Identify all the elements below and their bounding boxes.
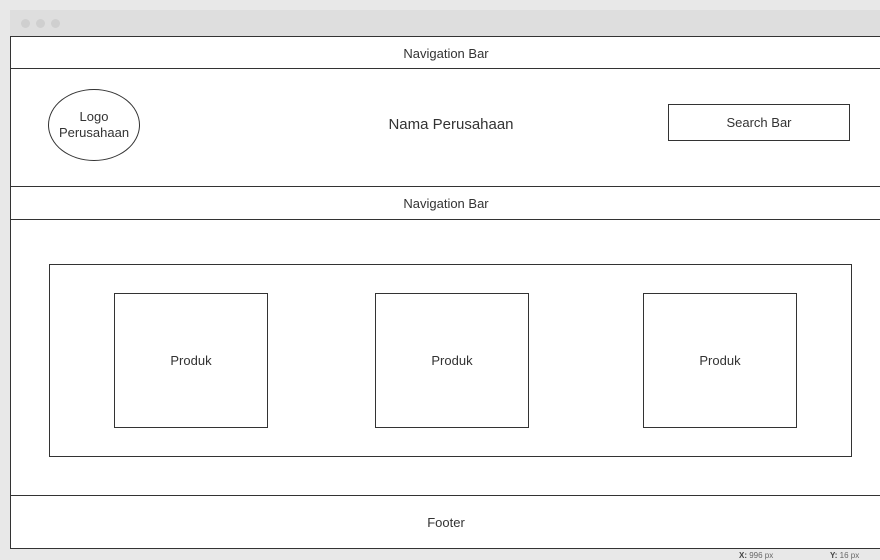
product-card[interactable]: Produk [114, 293, 268, 428]
company-name: Nama Perusahaan [388, 116, 514, 133]
window-titlebar [10, 10, 880, 36]
window-close-dot[interactable] [21, 19, 30, 28]
wireframe-canvas: Navigation Bar Logo Perusahaan Nama Peru… [10, 36, 880, 549]
divider [11, 186, 880, 187]
search-bar[interactable]: Search Bar [668, 104, 850, 141]
product-card[interactable]: Produk [375, 293, 529, 428]
cursor-y-readout: Y: 16 px [830, 551, 859, 560]
company-logo[interactable]: Logo Perusahaan [48, 89, 140, 161]
x-label: X: [739, 551, 747, 560]
top-navigation-bar[interactable]: Navigation Bar [11, 46, 880, 61]
divider [11, 219, 880, 220]
x-value: 996 px [749, 551, 774, 560]
divider [11, 495, 880, 496]
window-maximize-dot[interactable] [51, 19, 60, 28]
y-label: Y: [830, 551, 838, 560]
window-minimize-dot[interactable] [36, 19, 45, 28]
divider [11, 68, 880, 69]
logo-line-2: Perusahaan [58, 125, 130, 140]
product-card[interactable]: Produk [643, 293, 797, 428]
cursor-x-readout: X: 996 px [739, 551, 773, 560]
y-value: 16 px [839, 551, 860, 560]
product-container: Produk Produk Produk [49, 264, 852, 457]
logo-line-1: Logo [79, 109, 109, 124]
main-navigation-bar[interactable]: Navigation Bar [11, 196, 880, 211]
footer: Footer [427, 515, 465, 530]
